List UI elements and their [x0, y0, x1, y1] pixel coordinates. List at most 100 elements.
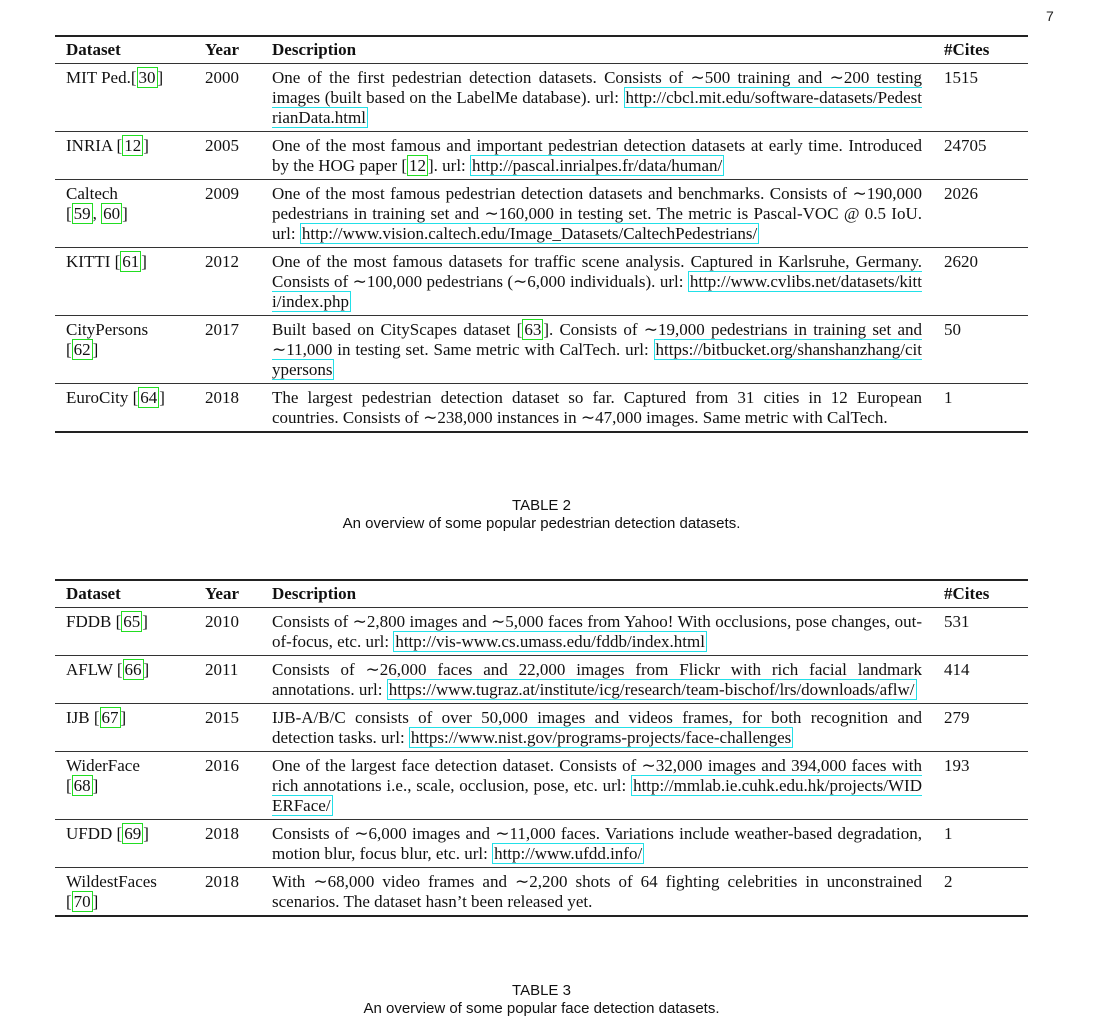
url-link[interactable]: http://pascal.inrialpes.fr/data/human/ [470, 155, 725, 176]
pedestrian-datasets-table: Dataset Year Description #Cites MIT Ped.[30]… [55, 35, 1028, 433]
year-cell: 2005 [205, 136, 239, 155]
table-row: AFLW [66] 2011 Consists of ∼26,000 faces a… [55, 655, 1028, 703]
dataset-name: EuroCity [66, 388, 129, 407]
dataset-cell: KITTI [61] [66, 251, 147, 272]
citation-link[interactable]: 30 [136, 67, 158, 88]
description-cell: One of the first pedestrian detection da… [272, 68, 922, 128]
dataset-cell: WiderFace[68] [66, 756, 140, 796]
header-description: Description [272, 40, 357, 59]
cites-cell: 1 [944, 824, 953, 843]
description-cell: Consists of ∼6,000 images and ∼11,000 fa… [272, 824, 922, 864]
citation-link[interactable]: 61 [120, 251, 142, 272]
face-datasets-table: Dataset Year Description #Cites FDDB [65] 201… [55, 579, 1028, 917]
year-cell: 2018 [205, 872, 239, 891]
cites-cell: 2 [944, 872, 953, 891]
description-text: ]. url: [428, 156, 471, 175]
citation-link[interactable]: 12 [122, 135, 144, 156]
dataset-cell: UFDD [69] [66, 823, 149, 844]
header-description: Description [272, 584, 357, 603]
year-cell: 2011 [205, 660, 239, 679]
caption-text: An overview of some popular pedestrian d… [342, 515, 741, 532]
citation-link[interactable]: 60 [101, 203, 123, 224]
cites-cell: 193 [944, 756, 970, 775]
caption-title: TABLE 2 [512, 497, 571, 514]
table-row: MIT Ped.[30] 2000 One of the first pedestr… [55, 64, 1028, 131]
cites-cell: 279 [944, 708, 970, 727]
cites-cell: 414 [944, 660, 970, 679]
dataset-cell: FDDB [65] [66, 611, 148, 632]
table-row: FDDB [65] 2010 Consists of ∼2,800 images a… [55, 608, 1028, 655]
cites-cell: 1515 [944, 68, 978, 87]
cites-cell: 531 [944, 612, 970, 631]
description-cell: The largest pedestrian detection dataset… [272, 388, 922, 428]
citation-link[interactable]: 12 [407, 155, 429, 176]
dataset-name: INRIA [66, 136, 113, 155]
citation-link[interactable]: 62 [71, 339, 93, 360]
year-cell: 2012 [205, 252, 239, 271]
dataset-cell: CityPersons[62] [66, 320, 149, 360]
citation-link[interactable]: 68 [71, 775, 93, 796]
citation-link[interactable]: 59 [71, 203, 93, 224]
header-year: Year [205, 40, 239, 59]
citation-link[interactable]: 64 [138, 387, 160, 408]
url-link[interactable]: https://www.tugraz.at/institute/icg/rese… [386, 679, 917, 700]
description-text: The largest pedestrian detection dataset… [272, 388, 922, 427]
year-cell: 2018 [205, 824, 239, 843]
year-cell: 2017 [205, 320, 239, 339]
description-cell: With ∼68,000 video frames and ∼2,200 sho… [272, 872, 922, 912]
description-cell: Built based on CityScapes dataset [63]. … [272, 319, 922, 380]
page-number: 7 [1046, 8, 1054, 24]
cites-cell: 2026 [944, 184, 978, 203]
table-row: Caltech[59, 60] 2009 One of the most famou… [55, 179, 1028, 247]
citation-link[interactable]: 63 [522, 319, 544, 340]
description-cell: One of the largest face detection datase… [272, 756, 922, 816]
citation-link[interactable]: 67 [99, 707, 121, 728]
cites-cell: 2620 [944, 252, 978, 271]
table-row: CityPersons[62] 2017 Built based on CitySc… [55, 315, 1028, 383]
table-row: WildestFaces[70] 2018 With ∼68,000 video f… [55, 867, 1028, 915]
description-cell: Consists of ∼26,000 faces and 22,000 ima… [272, 660, 922, 700]
dataset-cell: MIT Ped.[30] [66, 67, 164, 88]
citation-link[interactable]: 70 [71, 891, 93, 912]
dataset-name: FDDB [66, 612, 112, 631]
description-cell: Consists of ∼2,800 images and ∼5,000 fac… [272, 612, 922, 652]
cites-cell: 50 [944, 320, 961, 339]
dataset-name: CityPersons [66, 320, 149, 339]
dataset-name: Caltech [66, 184, 118, 203]
year-cell: 2000 [205, 68, 239, 87]
description-cell: One of the most famous pedestrian detect… [272, 184, 922, 244]
header-dataset: Dataset [66, 40, 121, 59]
table-header-row: Dataset Year Description #Cites [55, 581, 1028, 608]
description-cell: IJB-A/B/C consists of over 50,000 images… [272, 708, 922, 748]
table-2-caption: TABLE 2 An overview of some popular pede… [55, 497, 1028, 533]
dataset-name: IJB [66, 708, 90, 727]
description-cell: One of the most famous datasets for traf… [272, 252, 922, 312]
year-cell: 2018 [205, 388, 239, 407]
table-row: EuroCity [64] 2018 The largest pedestrian … [55, 383, 1028, 431]
dataset-cell: WildestFaces[70] [66, 872, 157, 912]
url-link[interactable]: https://www.nist.gov/programs-projects/f… [408, 727, 794, 748]
header-cites: #Cites [944, 40, 990, 59]
table-row: KITTI [61] 2012 One of the most famous dat… [55, 247, 1028, 315]
url-link[interactable]: http://www.vision.caltech.edu/Image_Data… [299, 223, 760, 244]
citation-link[interactable]: 69 [122, 823, 144, 844]
dataset-name: WiderFace [66, 756, 140, 775]
year-cell: 2016 [205, 756, 239, 775]
citation-link[interactable]: 66 [122, 659, 144, 680]
header-dataset: Dataset [66, 584, 121, 603]
table-row: IJB [67] 2015 IJB-A/B/C consists of over 5… [55, 703, 1028, 751]
citation-link[interactable]: 65 [121, 611, 143, 632]
dataset-cell: EuroCity [64] [66, 387, 165, 408]
caption-title: TABLE 3 [512, 982, 571, 999]
dataset-cell: Caltech[59, 60] [66, 184, 128, 224]
table-header-row: Dataset Year Description #Cites [55, 37, 1028, 64]
dataset-cell: AFLW [66] [66, 659, 150, 680]
url-link[interactable]: http://vis-www.cs.umass.edu/fddb/index.h… [393, 631, 707, 652]
dataset-name: AFLW [66, 660, 113, 679]
dataset-name: UFDD [66, 824, 113, 843]
year-cell: 2015 [205, 708, 239, 727]
table-row: WiderFace[68] 2016 One of the largest face… [55, 751, 1028, 819]
caption-text: An overview of some popular face detecti… [363, 1000, 720, 1017]
url-link[interactable]: http://www.ufdd.info/ [492, 843, 645, 864]
description-text: Built based on CityScapes dataset [ [272, 320, 523, 339]
